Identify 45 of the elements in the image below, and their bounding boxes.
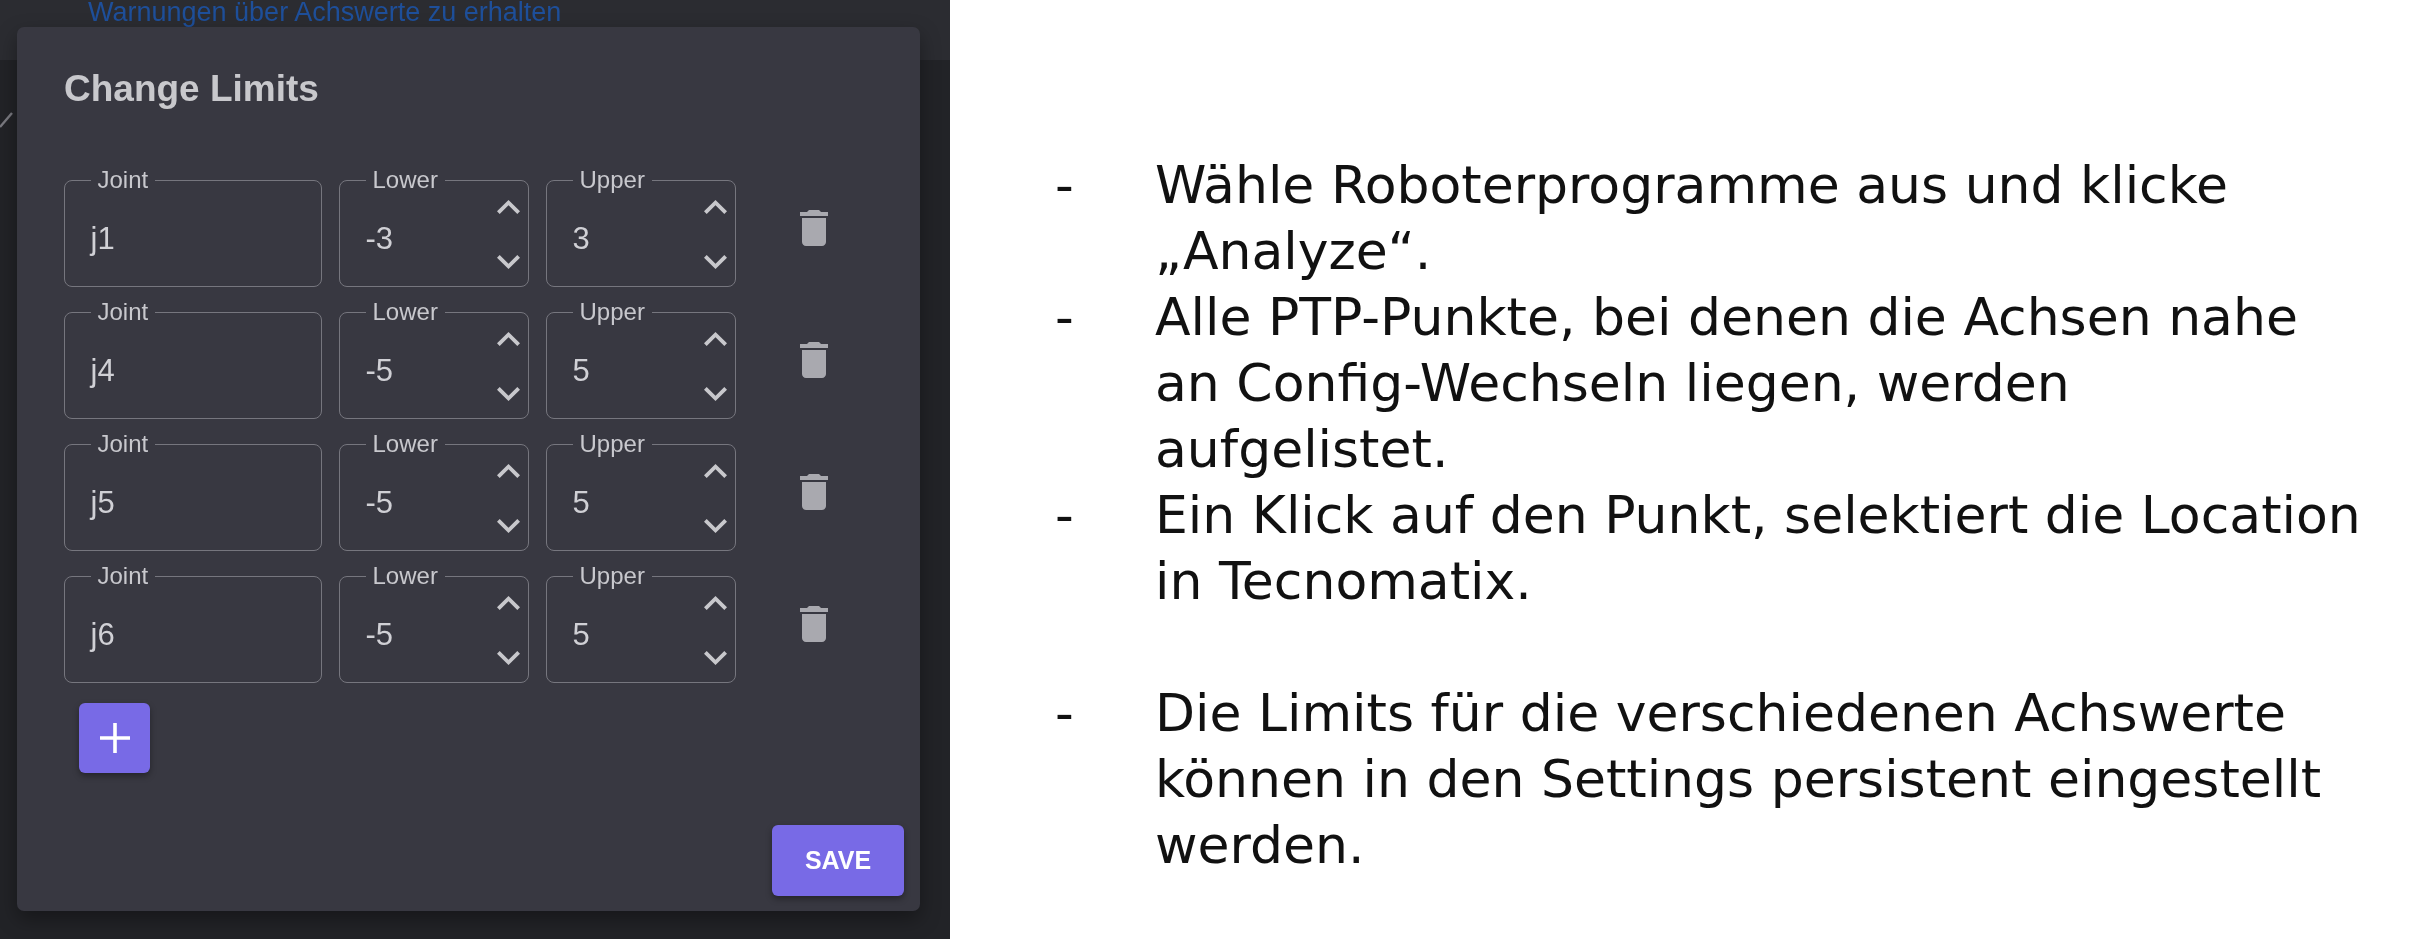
dialog-title: Change Limits xyxy=(64,67,319,111)
chevron-up-icon[interactable] xyxy=(497,464,520,478)
text-field[interactable]: Joint j1 xyxy=(64,168,322,287)
note-text: Ein Klick auf den Punkt, selektiert die Location in Tecnomatix. xyxy=(1155,485,2361,611)
plus-icon xyxy=(99,723,130,753)
number-field[interactable]: Lower -3 xyxy=(339,168,529,287)
chevron-up-icon[interactable] xyxy=(497,332,520,346)
note-text: Die Limits für die verschiedenen Achswerte können in den Settings persistent eingestellt werden. xyxy=(1155,683,2322,875)
number-field[interactable]: Upper 3 xyxy=(546,168,736,287)
number-field[interactable]: Upper 5 xyxy=(546,300,736,419)
chevron-up-icon[interactable] xyxy=(704,596,727,610)
chevron-down-icon[interactable] xyxy=(497,387,520,401)
number-field[interactable]: Upper 5 xyxy=(546,432,736,551)
chevron-up-icon[interactable] xyxy=(704,332,727,346)
chevron-down-icon[interactable] xyxy=(704,519,727,533)
chevron-up-icon[interactable] xyxy=(497,200,520,214)
number-field[interactable]: Lower -5 xyxy=(339,300,529,419)
note-text: Wähle Roboterprogramme aus und klicke „Analyze“. xyxy=(1155,155,2228,281)
number-field[interactable]: Lower -5 xyxy=(339,564,529,683)
chevron-down-icon[interactable] xyxy=(497,651,520,665)
trash-icon[interactable] xyxy=(800,209,828,246)
chevron-up-icon[interactable] xyxy=(704,200,727,214)
chevron-down-icon[interactable] xyxy=(704,255,727,269)
number-field[interactable]: Lower -5 xyxy=(339,432,529,551)
add-button[interactable] xyxy=(79,703,150,773)
list-marker: - xyxy=(1055,484,1074,547)
text-field[interactable]: Joint j5 xyxy=(64,432,322,551)
trash-icon[interactable] xyxy=(800,473,828,510)
chevron-down-icon[interactable] xyxy=(704,387,727,401)
note-text: Alle PTP-Punkte, bei denen die Achsen nahe an Config-Wechseln liegen, werden aufgelistet. xyxy=(1155,287,2298,479)
chevron-up-icon[interactable] xyxy=(497,596,520,610)
list-marker: - xyxy=(1055,682,1074,745)
chevron-up-icon[interactable] xyxy=(704,464,727,478)
trash-icon[interactable] xyxy=(800,341,828,378)
chevron-down-icon[interactable] xyxy=(497,255,520,269)
list-marker: - xyxy=(1055,286,1074,349)
check-icon xyxy=(0,112,13,128)
trash-icon[interactable] xyxy=(800,605,828,642)
text-field[interactable]: Joint j6 xyxy=(64,564,322,683)
number-field[interactable]: Upper 5 xyxy=(546,564,736,683)
chevron-down-icon[interactable] xyxy=(497,519,520,533)
chevron-down-icon[interactable] xyxy=(704,651,727,665)
text-field[interactable]: Joint j4 xyxy=(64,300,322,419)
list-marker: - xyxy=(1055,154,1074,217)
save-button[interactable]: SAVE xyxy=(772,825,904,896)
